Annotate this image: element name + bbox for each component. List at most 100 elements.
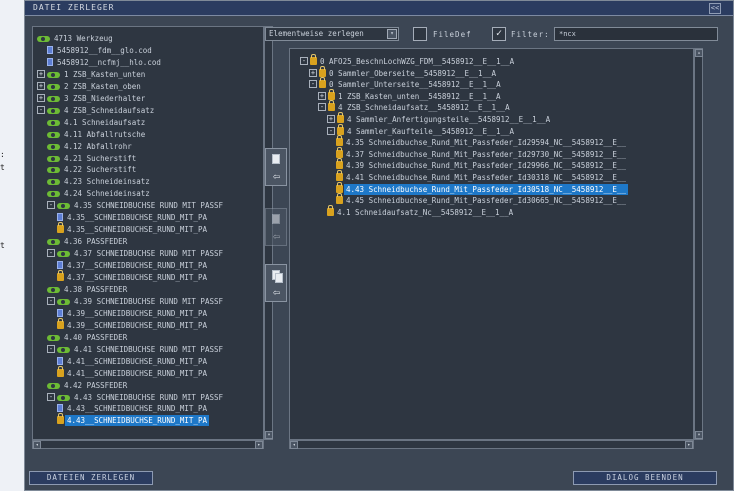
tree-row[interactable]: 4.21 Sucherstift (47, 153, 138, 164)
tree-row[interactable]: +1 ZSB_Kasten_unten (37, 69, 147, 80)
tree-row[interactable]: 4.43 Schneidbuchse_Rund_Mit_Passfeder_Id… (336, 181, 628, 195)
collapse-icon[interactable]: - (47, 201, 55, 210)
tree-row[interactable]: 4.24 Schneideinsatz (47, 188, 152, 199)
tree-row[interactable]: +1 ZSB_Kasten_unten__5458912__E__1__A (318, 88, 503, 102)
collapse-icon[interactable]: - (47, 249, 55, 258)
tree-row[interactable]: 4.35 Schneidbuchse_Rund_Mit_Passfeder_Id… (336, 135, 628, 148)
tree-row[interactable]: 4.39__SCHNEIDBUCHSE_RUND_MIT_PA (57, 308, 209, 319)
filter-input[interactable]: *ncx (554, 27, 718, 41)
tree-row[interactable]: 4.11 Abfallrutsche (47, 129, 147, 140)
tree-row[interactable]: 4.37 Schneidbuchse_Rund_Mit_Passfeder_Id… (336, 146, 628, 160)
tree-row-label: 0 Sammler_Unterseite__5458912__E__1__A (329, 80, 501, 90)
tree-row[interactable]: 4.36 PASSFEDER (47, 236, 129, 247)
tree-row[interactable]: - 0 AFO25_BeschnLochWZG_FDM__5458912__E__… (300, 54, 516, 67)
expand-icon[interactable]: + (37, 93, 45, 102)
collapse-icon[interactable]: - (37, 105, 45, 114)
tree-row[interactable]: +4 Sammler_Anfertigungsteile__5458912__E… (327, 112, 552, 125)
group-icon (57, 251, 70, 258)
chevron-down-icon[interactable]: ▾ (387, 29, 397, 39)
scroll-left-icon[interactable]: ◂ (290, 441, 298, 449)
tree-row[interactable]: 4.38 PASSFEDER (47, 284, 129, 295)
tree-row[interactable]: 5458912__ncfmj__hlo.cod (47, 57, 163, 68)
expand-icon[interactable]: + (327, 115, 335, 123)
tree-row[interactable]: - 4.35 SCHNEIDBUCHSE RUND MIT PASSF (47, 200, 225, 211)
tree-row[interactable]: 4.1 Schneidaufsatz (47, 117, 147, 128)
tree-row[interactable]: - 4 ZSB_Schneidaufsatz__5458912__E__1__A (318, 100, 512, 113)
filter-checkbox[interactable]: ✓ (492, 27, 506, 41)
right-vertical-scrollbar[interactable]: ▴ ▾ (694, 48, 703, 440)
tree-row[interactable]: 4.37__SCHNEIDBUCHSE_RUND_MIT_PA (57, 260, 209, 271)
expand-icon[interactable]: + (318, 91, 326, 100)
tree-row[interactable]: 5458912__fdm__glo.cod (47, 45, 154, 56)
tree-row-label: 4.1 Schneidaufsatz (64, 117, 146, 127)
tree-row[interactable]: 4.22 Sucherstift (47, 164, 138, 175)
tree-row[interactable]: - 4.41 SCHNEIDBUCHSE RUND MIT PASSF (47, 344, 225, 355)
tree-row[interactable]: - 4.43 SCHNEIDBUCHSE RUND MIT PASSF (47, 392, 225, 403)
tree-row[interactable]: 4.35__SCHNEIDBUCHSE_RUND_MIT_PA (57, 212, 209, 223)
lock-icon (336, 170, 343, 181)
filedef-checkbox[interactable] (413, 27, 427, 41)
tree-row[interactable]: 4.41__SCHNEIDBUCHSE_RUND_MIT_PA (57, 365, 209, 379)
source-tree-panel[interactable]: 4713 Werkzeug 5458912__fdm__glo.cod 545891… (32, 26, 264, 440)
tree-row[interactable]: - 4.37 SCHNEIDBUCHSE RUND MIT PASSF (47, 248, 225, 259)
scroll-right-icon[interactable]: ▸ (685, 441, 693, 449)
lock-icon (328, 100, 335, 112)
lock-icon (57, 365, 64, 377)
tree-row[interactable]: - 0 Sammler_Unterseite__5458912__E__1__A (309, 77, 503, 90)
lock-icon (328, 88, 335, 100)
tree-row[interactable]: 4.45 Schneidbuchse_Rund_Mit_Passfeder_Id… (336, 193, 628, 206)
expand-icon[interactable]: + (37, 81, 45, 90)
tree-row[interactable]: 4.12 Abfallrohr (47, 141, 134, 152)
collapse-icon[interactable]: - (47, 344, 55, 353)
tree-row[interactable]: - 4 Sammler_Kaufteile__5458912__E__1__A (327, 123, 516, 137)
tree-row[interactable]: 4.42 PASSFEDER (47, 380, 129, 391)
collapse-icon[interactable]: - (309, 80, 317, 89)
scroll-up-icon[interactable]: ▴ (695, 49, 703, 57)
result-tree-panel[interactable]: - 0 AFO25_BeschnLochWZG_FDM__5458912__E__… (289, 48, 694, 440)
collapse-icon[interactable]: - (47, 296, 55, 305)
tree-row-label: 1 ZSB_Kasten_unten (64, 69, 146, 79)
tree-row[interactable]: 4.1 Schneidaufsatz_Nc__5458912__E__1__A (327, 204, 515, 218)
group-icon (47, 143, 60, 150)
close-dialog-button[interactable]: DIALOG BEENDEN (573, 471, 717, 485)
tree-row-label: 0 Sammler_Oberseite__5458912__E__1__A (329, 68, 497, 78)
split-mode-select[interactable]: Elementweise zerlegen ▾ (265, 27, 399, 41)
scroll-down-icon[interactable]: ▾ (695, 431, 703, 439)
tree-row[interactable]: 4.41__SCHNEIDBUCHSE_RUND_MIT_PA (57, 356, 209, 367)
tree-row[interactable]: 4.43__SCHNEIDBUCHSE_RUND_MIT_PA (57, 413, 209, 427)
scroll-down-icon[interactable]: ▾ (265, 431, 273, 439)
left-horizontal-scrollbar[interactable]: ◂ ▸ (32, 440, 264, 449)
right-horizontal-scrollbar[interactable]: ◂ ▸ (289, 440, 694, 449)
transfer-file-button[interactable]: ⇦ (265, 148, 287, 186)
tree-row[interactable]: 4.23 Schneideinsatz (47, 176, 152, 187)
collapse-button[interactable]: << (709, 3, 721, 14)
transfer-all-button[interactable]: ⇦ (265, 264, 287, 302)
tree-row-label: 4.22 Sucherstift (64, 165, 137, 175)
collapse-icon[interactable]: - (300, 57, 308, 65)
collapse-icon[interactable]: - (318, 103, 326, 112)
filter-label: Filter: (511, 30, 550, 39)
collapse-icon[interactable]: - (327, 126, 335, 135)
scroll-right-icon[interactable]: ▸ (255, 441, 263, 449)
tree-row-label: 0 AFO25_BeschnLochWZG_FDM__5458912__E__1… (320, 57, 515, 66)
tree-row[interactable]: 4.39 Schneidbuchse_Rund_Mit_Passfeder_Id… (336, 158, 628, 171)
collapse-icon[interactable]: - (47, 392, 55, 401)
tree-row[interactable]: 4.37__SCHNEIDBUCHSE_RUND_MIT_PA (57, 270, 209, 283)
tree-row[interactable]: - 4.39 SCHNEIDBUCHSE RUND MIT PASSF (47, 296, 225, 307)
tree-row[interactable]: 4.35__SCHNEIDBUCHSE_RUND_MIT_PA (57, 222, 209, 235)
tree-row[interactable]: 4.43__SCHNEIDBUCHSE_RUND_MIT_PA (57, 403, 209, 414)
tree-row[interactable]: 4.40 PASSFEDER (47, 332, 129, 343)
scroll-left-icon[interactable]: ◂ (33, 441, 41, 449)
tree-row[interactable]: +0 Sammler_Oberseite__5458912__E__1__A (309, 65, 498, 79)
tree-row[interactable]: +2 ZSB_Kasten_oben (37, 81, 143, 92)
tree-row[interactable]: 4.41 Schneidbuchse_Rund_Mit_Passfeder_Id… (336, 170, 628, 183)
transfer-selection-button[interactable]: ⇦ (265, 208, 287, 246)
split-files-button[interactable]: DATEIEN ZERLEGEN (29, 471, 153, 485)
tree-row[interactable]: 4713 Werkzeug (37, 33, 115, 44)
tree-row[interactable]: - 4 ZSB_Schneidaufsatz (37, 105, 156, 116)
lock-icon (310, 54, 317, 65)
tree-row[interactable]: +3 ZSB_Niederhalter (37, 93, 147, 104)
expand-icon[interactable]: + (37, 69, 45, 78)
expand-icon[interactable]: + (309, 68, 317, 77)
tree-row[interactable]: 4.39__SCHNEIDBUCHSE_RUND_MIT_PA (57, 317, 209, 331)
